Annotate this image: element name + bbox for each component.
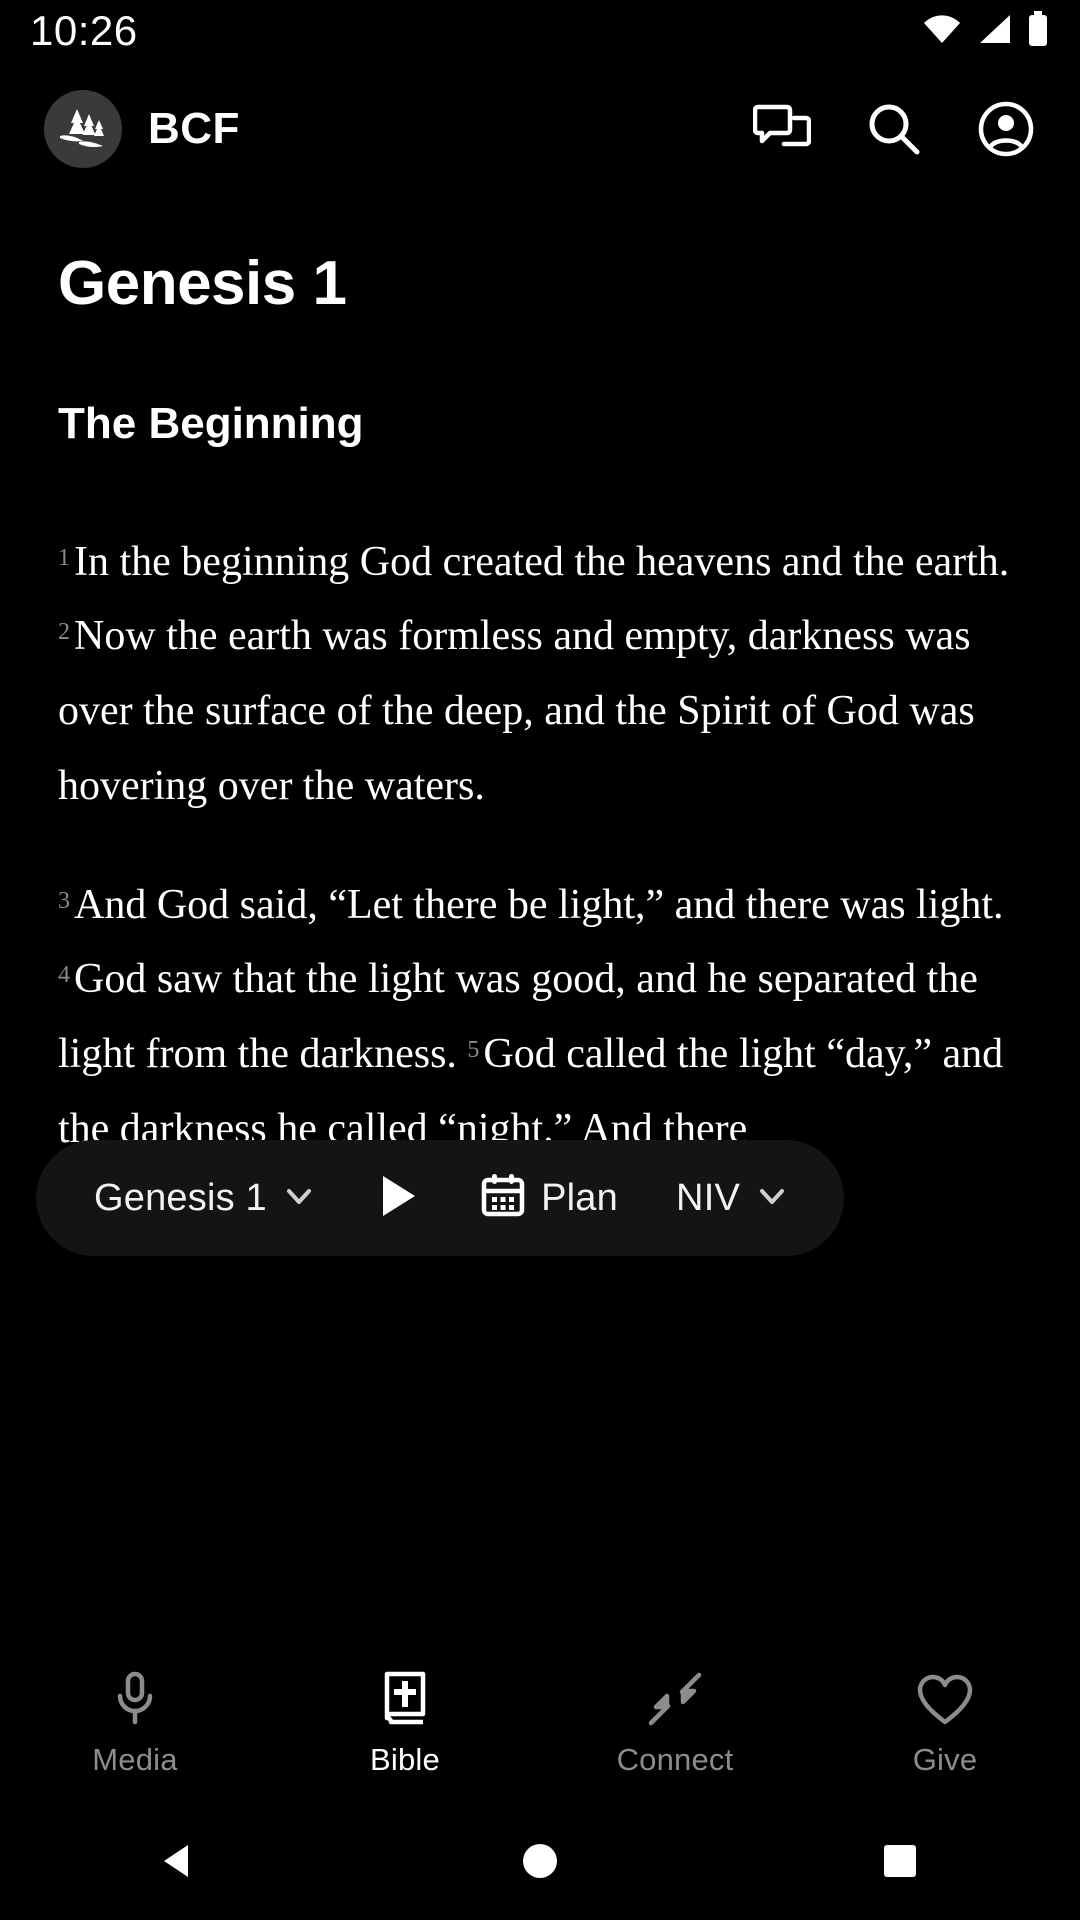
verse-number: 1 [58, 544, 70, 571]
plan-label: Plan [541, 1176, 618, 1219]
section-heading: The Beginning [58, 399, 364, 449]
play-icon [375, 1172, 421, 1225]
recents-button[interactable] [840, 1826, 960, 1896]
system-navigation-bar [0, 1802, 1080, 1920]
heart-outline-icon [916, 1666, 974, 1728]
chat-bubbles-icon[interactable] [752, 99, 812, 159]
version-selector-label: NIV [676, 1176, 740, 1219]
app-root: 10:26 BCF Genesis 1 The Beginning 1In th… [0, 0, 1080, 1920]
nav-label-media: Media [92, 1742, 178, 1777]
status-icon-group [922, 10, 1050, 52]
brand-name: BCF [148, 104, 240, 153]
plan-button[interactable]: Plan [479, 1172, 618, 1225]
chevron-down-icon [281, 1178, 317, 1219]
account-circle-icon[interactable] [976, 99, 1036, 159]
chevron-down-icon [754, 1178, 790, 1219]
calendar-icon [479, 1172, 527, 1225]
nav-label-bible: Bible [370, 1742, 440, 1777]
status-bar: 10:26 [0, 0, 1080, 62]
verse-list[interactable]: 1In the beginning God created the heaven… [58, 525, 1022, 1167]
reader-control-bar: Genesis 1 Plan NIV [36, 1140, 844, 1256]
nav-item-give[interactable]: Give [810, 1666, 1080, 1778]
back-button[interactable] [120, 1826, 240, 1896]
verse-paragraph[interactable]: 1In the beginning God created the heaven… [58, 525, 1022, 824]
chapter-selector-label: Genesis 1 [94, 1176, 267, 1219]
nav-label-give: Give [912, 1742, 978, 1777]
verse-paragraph[interactable]: 3And God said, “Let there be light,” and… [58, 868, 1022, 1167]
chapter-selector[interactable]: Genesis 1 [94, 1177, 317, 1220]
home-button[interactable] [480, 1826, 600, 1896]
verse-number: 3 [58, 887, 70, 914]
cellular-signal-icon [976, 13, 1012, 50]
nav-item-connect[interactable]: Connect [540, 1666, 810, 1778]
pine-trees-logo[interactable] [44, 90, 122, 168]
nav-item-bible[interactable]: Bible [270, 1666, 540, 1778]
verse-text: And God said, “Let there be light,” and … [74, 881, 1004, 928]
app-header: BCF [0, 86, 1080, 172]
nav-label-connect: Connect [616, 1742, 734, 1777]
verse-number: 2 [58, 619, 70, 646]
verse-number: 4 [58, 962, 70, 989]
microphone-icon [108, 1666, 162, 1728]
header-actions [752, 99, 1036, 159]
search-icon[interactable] [864, 99, 924, 159]
page-title: Genesis 1 [58, 249, 347, 318]
status-time: 10:26 [30, 7, 138, 54]
bottom-navigation: Media Bible Connect Give [0, 1642, 1080, 1802]
verse-number: 5 [467, 1037, 480, 1063]
wifi-icon [922, 13, 962, 50]
verse-text: In the beginning God created the heavens… [74, 538, 1010, 585]
verse-text: Now the earth was formless and empty, da… [58, 613, 975, 809]
nav-item-media[interactable]: Media [0, 1666, 270, 1778]
battery-full-icon [1026, 10, 1050, 52]
audio-play-button[interactable] [375, 1172, 421, 1225]
collapse-arrows-icon [646, 1666, 704, 1728]
chapter-content: Genesis 1 The Beginning 1In the beginnin… [0, 249, 1080, 1167]
version-selector[interactable]: NIV [676, 1177, 790, 1220]
bible-book-cross-icon [378, 1666, 432, 1728]
